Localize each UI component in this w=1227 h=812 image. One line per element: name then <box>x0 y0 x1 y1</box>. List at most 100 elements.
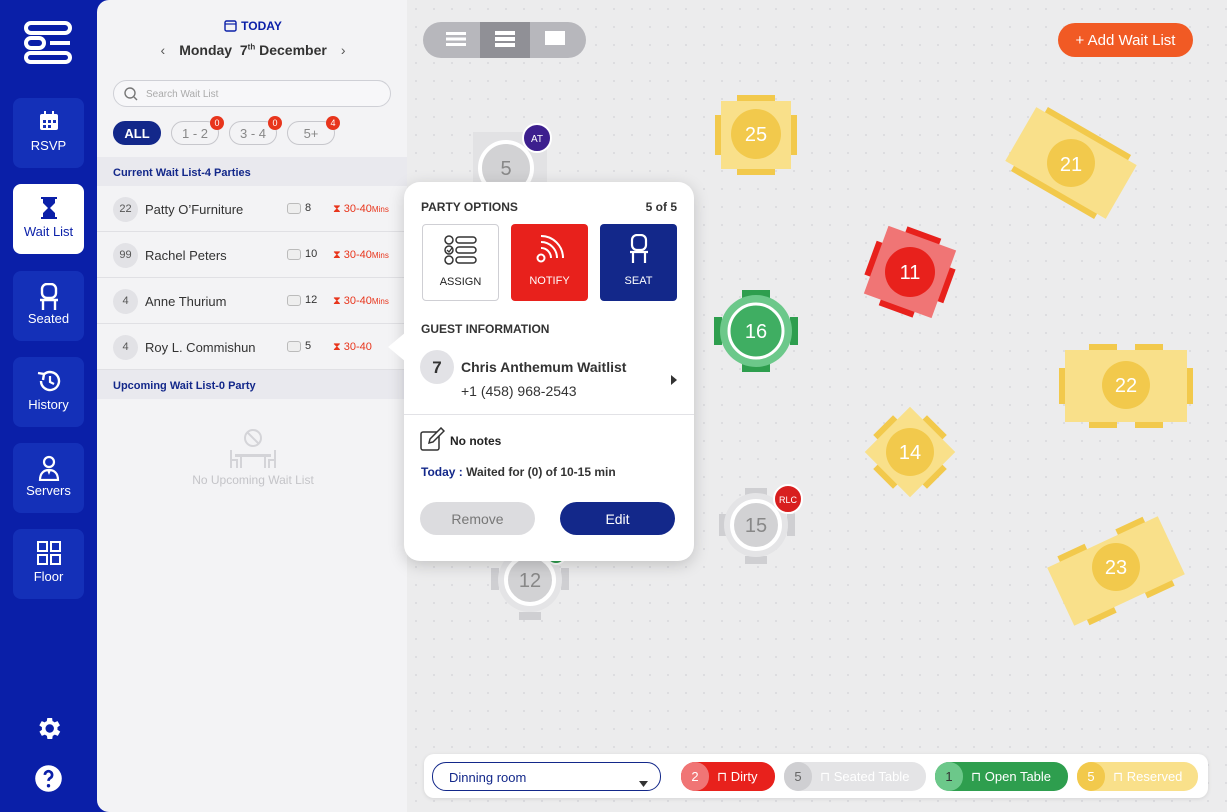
view-rows-button[interactable] <box>431 22 481 58</box>
room-select[interactable]: Dinning room <box>432 762 661 791</box>
wait-list-row[interactable]: 99 Rachel Peters 10 ⧗ 30-40Mins <box>97 232 409 278</box>
table-number: 5 <box>500 158 511 180</box>
legend-dirty[interactable]: 2 ⊓ Dirty <box>681 762 775 791</box>
assign-button[interactable]: ASSIGN <box>422 224 499 301</box>
chevron-right-icon[interactable]: › <box>341 42 346 58</box>
empty-table-icon <box>97 428 409 473</box>
add-wait-list-button[interactable]: + Add Wait List <box>1058 23 1193 57</box>
notes-edit-icon <box>420 426 446 457</box>
edit-button[interactable]: Edit <box>560 502 675 535</box>
table-icon <box>287 248 301 260</box>
nav-wait-list[interactable]: Wait List <box>13 184 84 254</box>
view-list-button[interactable] <box>480 22 530 58</box>
grid-icon <box>13 529 84 565</box>
table-21[interactable]: 21 <box>1001 98 1141 228</box>
search-input[interactable]: Search Wait List <box>113 80 391 107</box>
legend-count: 1 <box>935 762 963 791</box>
waited-text: Waited for (0) of 10-15 min <box>462 465 616 479</box>
filter-chip-3-4[interactable]: 3 - 40 <box>229 116 282 145</box>
wait-unit: Mins <box>371 251 389 260</box>
wait-status: Today : Waited for (0) of 10-15 min <box>421 465 616 479</box>
notify-button[interactable]: NOTIFY <box>511 224 588 301</box>
legend-label: ⊓ Dirty <box>717 769 757 785</box>
nav-history[interactable]: History <box>13 357 84 427</box>
table-25[interactable]: 25 <box>715 95 797 175</box>
caret-right-icon[interactable] <box>670 372 678 390</box>
table-14[interactable]: 14 <box>862 404 958 500</box>
date-suffix: th <box>247 42 256 52</box>
guest-name: Rachel Peters <box>145 248 227 263</box>
room-select-value: Dinning room <box>449 770 527 785</box>
remove-button[interactable]: Remove <box>420 502 535 535</box>
table-icon: ⊓ <box>1113 769 1127 784</box>
chevron-left-icon[interactable]: ‹ <box>161 42 166 58</box>
table-number: 21 <box>1060 154 1082 176</box>
table-22[interactable]: 22 <box>1059 344 1195 428</box>
party-size: 5 <box>287 340 311 352</box>
wait-range: 30-40 <box>343 295 372 307</box>
wait-unit: Mins <box>371 297 389 306</box>
divider <box>404 414 694 415</box>
current-wait-list-header: Current Wait List-4 Parties <box>97 157 409 186</box>
table-23[interactable]: 23 <box>1043 508 1189 634</box>
table-15[interactable]: 15 RLC <box>717 484 807 566</box>
seat-button[interactable]: SEAT <box>600 224 677 301</box>
view-single-button[interactable] <box>530 22 580 58</box>
filter-chip-all[interactable]: ALL <box>113 121 161 145</box>
today-prefix: Today : <box>421 465 463 479</box>
gear-icon[interactable] <box>34 714 63 743</box>
wait-list-row[interactable]: 4 Anne Thurium 12 ⧗ 30-40Mins <box>97 278 409 324</box>
wait-range: 30-40 <box>343 341 372 353</box>
wait-time: ⧗ 30-40 <box>333 341 372 353</box>
legend-reserved[interactable]: 5 ⊓ Reserved <box>1077 762 1198 791</box>
table-number: 25 <box>745 124 767 146</box>
guest-phone: +1 (458) 968-2543 <box>461 383 577 399</box>
date-month: December <box>259 42 327 58</box>
table-number: 15 <box>745 515 767 537</box>
wait-unit: Mins <box>371 205 389 214</box>
help-icon[interactable] <box>34 764 63 793</box>
assign-label: ASSIGN <box>439 276 482 288</box>
date-day: Monday <box>179 42 233 58</box>
party-size-value: 8 <box>305 202 312 214</box>
legend-label: ⊓ Seated Table <box>820 769 909 785</box>
legend-open[interactable]: 1 ⊓ Open Table <box>935 762 1068 791</box>
table-icon: ⊓ <box>971 769 985 784</box>
nav-seated[interactable]: Seated <box>13 271 84 341</box>
party-counter: 5 of 5 <box>645 200 677 214</box>
party-number: 22 <box>113 197 138 222</box>
guest-name: Chris Anthemum Waitlist <box>461 359 627 375</box>
table-icon <box>287 202 301 214</box>
server-tag: RLC <box>779 495 798 505</box>
filter-chip-5-plus[interactable]: 5+ 4 <box>287 116 340 145</box>
party-size: 10 <box>287 248 317 260</box>
nav-rsvp-label: RSVP <box>30 138 67 153</box>
legend-seated[interactable]: 5 ⊓ Seated Table <box>784 762 926 791</box>
wait-list-row[interactable]: 4 Roy L. Commishun 5 ⧗ 30-40 <box>97 324 409 370</box>
wait-range: 30-40 <box>343 203 372 215</box>
nav-rsvp[interactable]: RSVP <box>13 98 84 168</box>
server-person-icon <box>13 443 84 482</box>
nav-servers-label: Servers <box>26 483 71 498</box>
notes-text: No notes <box>450 434 502 448</box>
table-number: 11 <box>900 262 921 284</box>
date-number: 7 <box>239 42 248 58</box>
upcoming-wait-list-header: Upcoming Wait List-0 Party <box>97 370 409 399</box>
nav-servers[interactable]: Servers <box>13 443 84 513</box>
chair-icon <box>13 271 84 310</box>
party-options-popup: PARTY OPTIONS 5 of 5 ASSIGN NOTIFY SEAT … <box>388 182 694 561</box>
table-icon <box>287 294 301 306</box>
caret-down-icon <box>639 775 648 790</box>
table-11[interactable]: 11 <box>862 224 958 320</box>
legend-label: ⊓ Reserved <box>1113 769 1182 785</box>
table-number: 16 <box>745 321 767 343</box>
nav-floor[interactable]: Floor <box>13 529 84 599</box>
wait-list-row[interactable]: 22 Patty O’Furniture 8 ⧗ 30-40Mins <box>97 186 409 232</box>
legend-label: ⊓ Open Table <box>971 769 1051 785</box>
filter-chip-1-2[interactable]: 1 - 20 <box>171 116 224 145</box>
guest-name: Roy L. Commishun <box>145 340 256 355</box>
today-header: TODAY <box>97 19 409 35</box>
table-number: 22 <box>1115 375 1137 397</box>
table-16[interactable]: 16 <box>714 290 798 372</box>
nav-wait-list-label: Wait List <box>23 224 74 239</box>
